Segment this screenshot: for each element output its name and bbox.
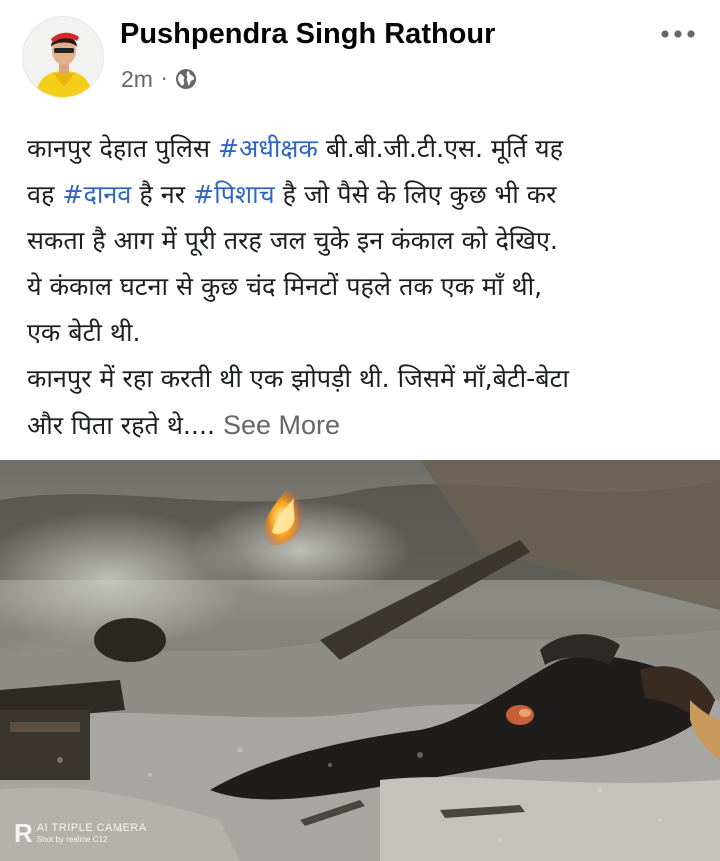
watermark-line-2: Shot by realme C12 (36, 834, 108, 844)
post-text-segment: कानपुर में रहा करती थी एक झोपड़ी थी. जिस… (27, 364, 569, 393)
post-text-line: ये कंकाल घटना से कुछ चंद मिनटों पहले तक … (27, 264, 707, 310)
hashtag-link[interactable]: #अधीक्षक (218, 134, 318, 163)
post-header: Pushpendra Singh Rathour 2m · (0, 0, 720, 110)
hashtag-link[interactable]: #दानव (62, 180, 131, 209)
post-text-segment: और पिता रहते थे.... (27, 411, 215, 440)
hashtag-link[interactable]: #पिशाच (193, 180, 275, 209)
author-avatar[interactable] (22, 16, 104, 98)
globe-icon[interactable] (175, 68, 197, 90)
see-more-link[interactable]: See More (223, 410, 340, 440)
post-text-segment: ये कंकाल घटना से कुछ चंद मिनटों पहले तक … (27, 272, 543, 301)
post-photo[interactable]: R AI TRIPLE CAMERA Shot by realme C12 (0, 460, 720, 861)
author-name[interactable]: Pushpendra Singh Rathour (120, 18, 495, 51)
post-text-segment: है नर (131, 180, 194, 209)
post-text-segment: है जो पैसे के लिए कुछ भी कर (274, 180, 557, 209)
post-text-segment: वह (27, 180, 63, 209)
post-timestamp[interactable]: 2m (121, 66, 153, 93)
camera-watermark: R AI TRIPLE CAMERA Shot by realme C12 (14, 818, 147, 849)
post-text-line: कानपुर देहात पुलिस #अधीक्षक बी.बी.जी.टी.… (27, 126, 707, 172)
post-photo-image (0, 460, 720, 861)
post-text-line: सकता है आग में पूरी तरह जल चुके इन कंकाल… (27, 218, 707, 264)
meta-separator: · (160, 67, 168, 91)
more-options-icon (661, 30, 695, 38)
post-text-segment: एक बेटी थी. (27, 318, 141, 347)
post-text-line: और पिता रहते थे.... See More (27, 402, 707, 448)
post-text: कानपुर देहात पुलिस #अधीक्षक बी.बी.जी.टी.… (27, 126, 707, 448)
more-options-button[interactable] (658, 20, 698, 48)
post-text-segment: सकता है आग में पूरी तरह जल चुके इन कंकाल… (27, 226, 558, 255)
post-text-line: कानपुर में रहा करती थी एक झोपड़ी थी. जिस… (27, 356, 707, 402)
post-meta: 2m · (121, 64, 197, 94)
post-text-segment: कानपुर देहात पुलिस (27, 134, 219, 163)
avatar-image (23, 17, 103, 97)
watermark-line-1: AI TRIPLE CAMERA (36, 821, 147, 834)
post-text-line: वह #दानव है नर #पिशाच है जो पैसे के लिए … (27, 172, 707, 218)
post-text-segment: बी.बी.जी.टी.एस. मूर्ति यह (317, 134, 563, 163)
watermark-letter: R (14, 818, 33, 848)
post-text-line: एक बेटी थी. (27, 310, 707, 356)
